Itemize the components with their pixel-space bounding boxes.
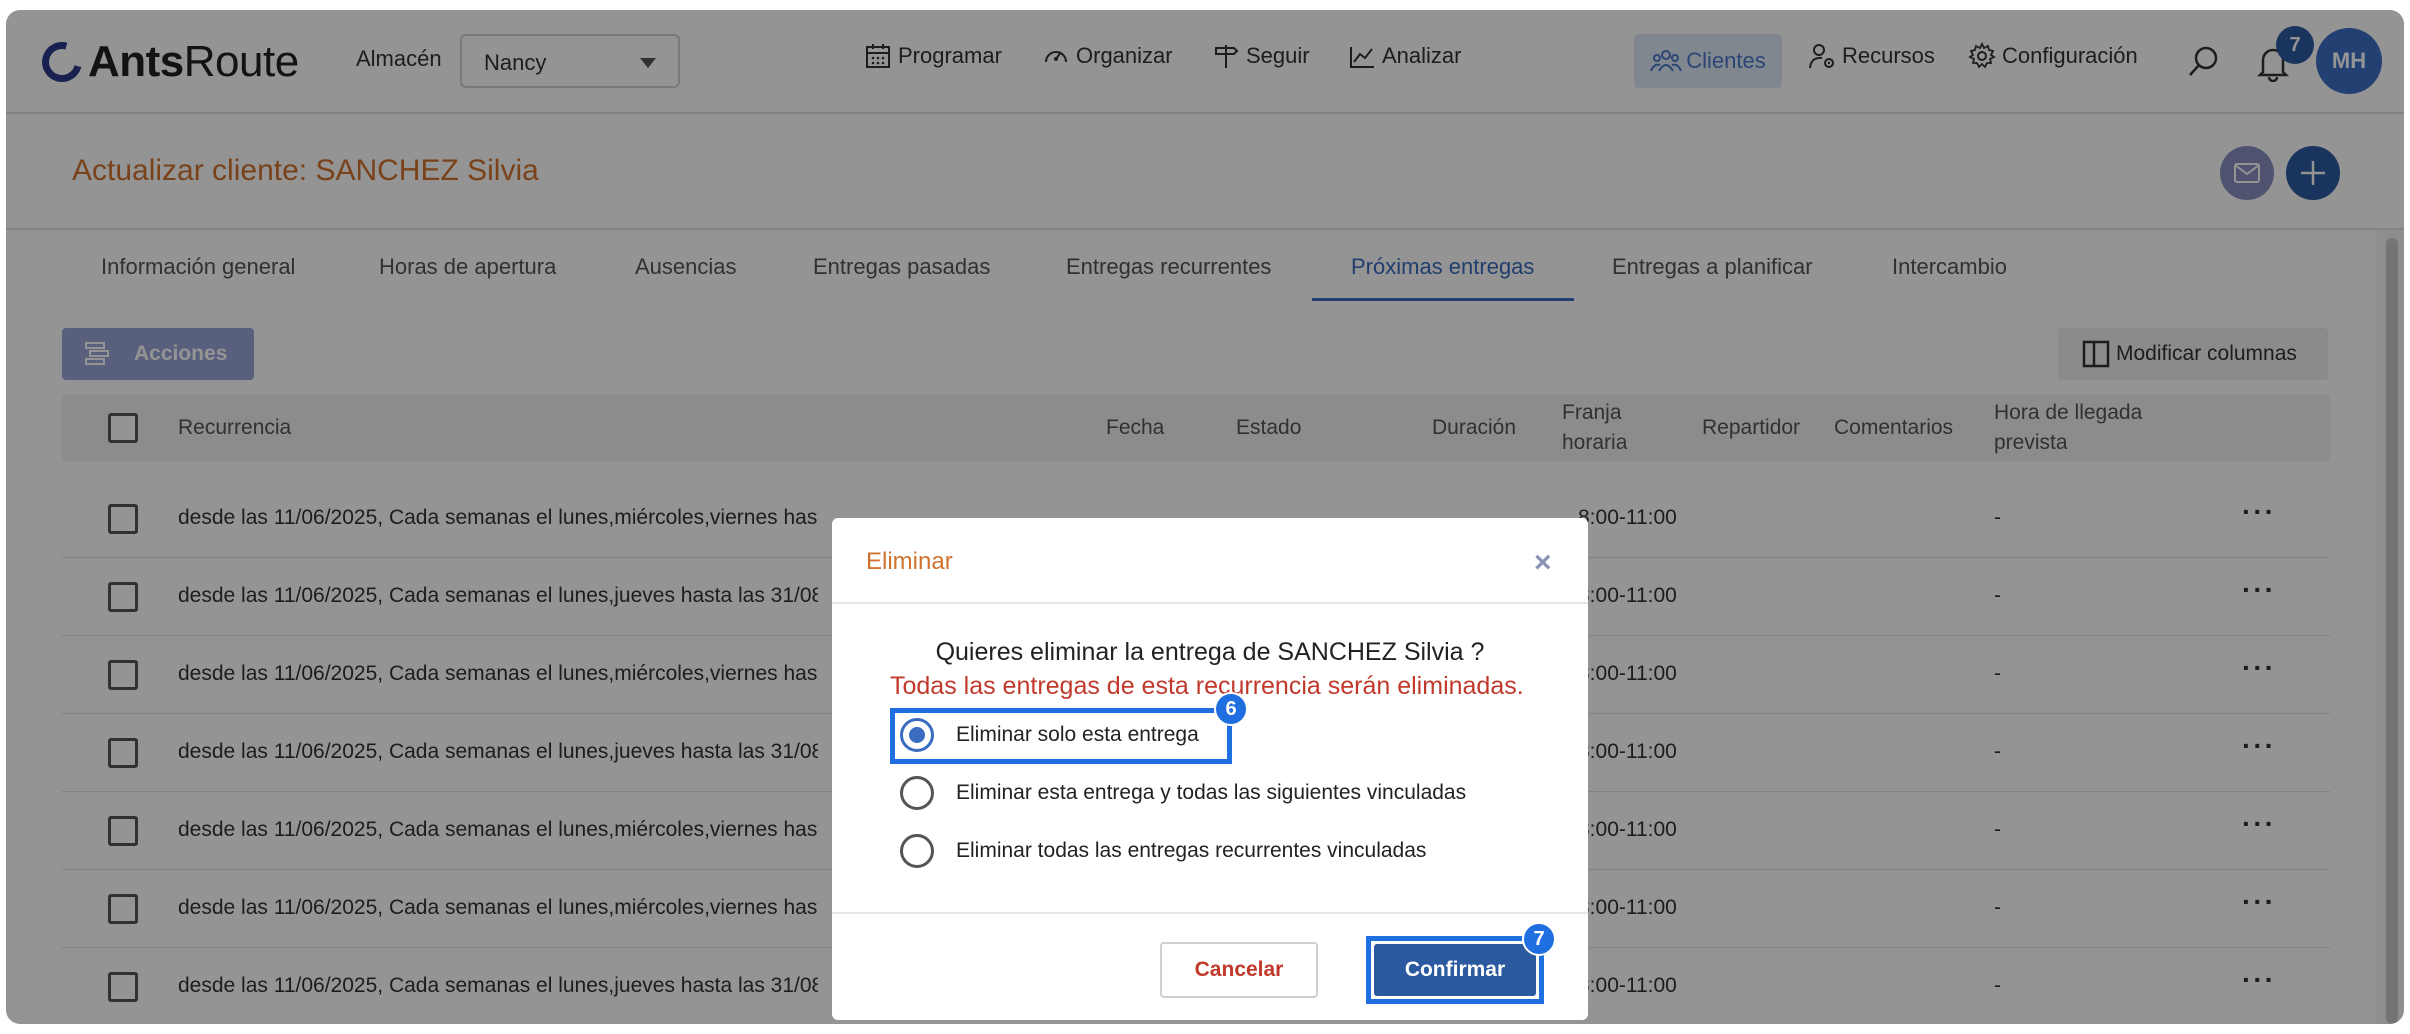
step-badge-option: 6 [1214,692,1248,726]
dialog-divider [832,602,1588,604]
option-delete-all-recurring[interactable]: Eliminar todas las entregas recurrentes … [900,834,1426,868]
radio-delete-all-recurring[interactable] [900,834,934,868]
option-label: Eliminar esta entrega y todas las siguie… [956,781,1467,804]
dialog-warning: Todas las entregas de esta recurrencia s… [890,672,1524,700]
dialog-question: Quieres eliminar la entrega de SANCHEZ S… [935,638,1485,666]
cancel-button[interactable]: Cancelar [1160,942,1318,998]
dialog-footer-divider [832,912,1588,914]
option-delete-this-and-following[interactable]: Eliminar esta entrega y todas las siguie… [900,776,1466,810]
close-icon[interactable]: × [1534,546,1552,580]
option-label: Eliminar todas las entregas recurrentes … [956,839,1427,862]
step-badge-confirm: 7 [1522,922,1556,956]
confirm-button[interactable]: Confirmar [1374,944,1536,996]
option-delete-only-this[interactable]: Eliminar solo esta entrega [900,718,1199,752]
radio-delete-this-and-following[interactable] [900,776,934,810]
app-window: AntsRoute Almacén Nancy Programar Organi… [6,10,2404,1024]
option-label: Eliminar solo esta entrega [956,723,1199,746]
delete-dialog: Eliminar × Quieres eliminar la entrega d… [832,518,1588,1020]
dialog-title: Eliminar [866,548,953,575]
radio-delete-only-this[interactable] [900,718,934,752]
